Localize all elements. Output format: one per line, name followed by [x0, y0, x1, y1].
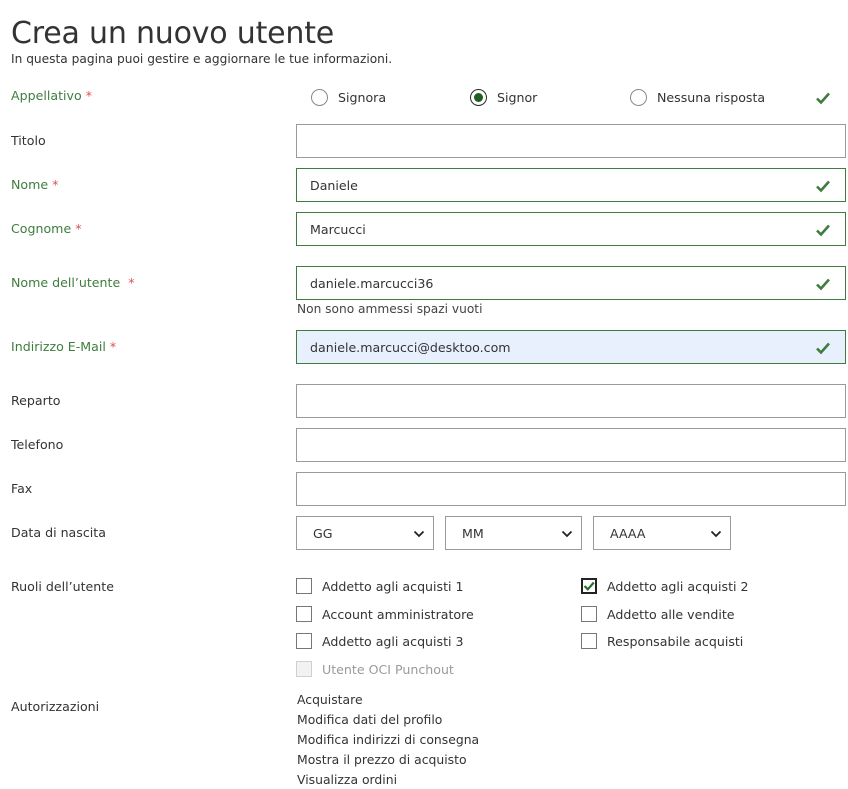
chevron-down-icon	[561, 530, 573, 538]
role-checkbox-item[interactable]: Addetto alle vendite	[581, 605, 735, 623]
role-label: Responsabile acquisti	[607, 633, 744, 649]
radio-signor-label: Signor	[497, 89, 538, 105]
checkbox-checked[interactable]	[581, 578, 597, 594]
username-help-text: Non sono ammessi spazi vuoti	[297, 302, 483, 316]
telefono-label: Telefono	[11, 437, 64, 452]
role-label: Account amministratore	[322, 606, 474, 622]
birth-month-select[interactable]: MM	[445, 516, 582, 550]
permission-item: Modifica indirizzi di consegna	[297, 732, 480, 747]
role-label: Addetto agli acquisti 2	[607, 578, 749, 594]
checkbox-disabled	[296, 661, 312, 677]
cognome-field[interactable]	[296, 212, 846, 246]
permission-item: Mostra il prezzo di acquisto	[297, 752, 467, 767]
radio-nessuna-risposta-label: Nessuna risposta	[657, 89, 766, 105]
nome-label: Nome *	[11, 177, 59, 192]
role-checkbox-item[interactable]: Addetto agli acquisti 1	[296, 577, 464, 595]
titolo-label: Titolo	[11, 133, 46, 148]
radio-signor[interactable]: Signor	[470, 87, 537, 107]
role-label: Utente OCI Punchout	[322, 661, 454, 677]
role-checkbox-item-disabled: Utente OCI Punchout	[296, 660, 454, 678]
birth-year-value: AAAA	[610, 525, 646, 541]
valid-check-icon	[816, 180, 830, 193]
birthdate-label: Data di nascita	[11, 525, 106, 540]
username-label: Nome dell’utente *	[11, 275, 135, 290]
radio-signora[interactable]: Signora	[311, 87, 386, 107]
email-input[interactable]	[297, 331, 845, 363]
role-label: Addetto agli acquisti 3	[322, 633, 464, 649]
radio-nessuna-risposta-circle[interactable]	[630, 88, 647, 106]
valid-check-icon	[816, 278, 830, 291]
nome-field[interactable]	[296, 168, 846, 202]
fax-input[interactable]	[297, 473, 845, 505]
checkbox[interactable]	[296, 633, 312, 649]
fax-field[interactable]	[296, 472, 846, 506]
permission-item: Visualizza ordini	[297, 772, 398, 787]
cognome-input[interactable]	[297, 213, 845, 245]
valid-check-icon	[816, 342, 830, 355]
cognome-label: Cognome *	[11, 221, 82, 236]
titolo-input[interactable]	[297, 125, 845, 157]
checkbox[interactable]	[296, 606, 312, 622]
role-checkbox-item[interactable]: Addetto agli acquisti 2	[581, 577, 749, 595]
username-input[interactable]	[297, 267, 845, 299]
reparto-field[interactable]	[296, 384, 846, 418]
chevron-down-icon	[413, 530, 425, 538]
valid-check-icon	[816, 92, 830, 105]
check-icon	[583, 581, 595, 591]
salutation-label: Appellativo *	[11, 88, 92, 103]
permission-item: Acquistare	[297, 692, 363, 707]
email-label: Indirizzo E-Mail *	[11, 339, 117, 354]
reparto-label: Reparto	[11, 393, 61, 408]
checkbox[interactable]	[296, 578, 312, 594]
chevron-down-icon	[710, 530, 722, 538]
nome-input[interactable]	[297, 169, 845, 201]
role-label: Addetto agli acquisti 1	[322, 578, 464, 594]
role-checkbox-item[interactable]: Responsabile acquisti	[581, 632, 743, 650]
telefono-field[interactable]	[296, 428, 846, 462]
role-checkbox-item[interactable]: Account amministratore	[296, 605, 474, 623]
radio-signora-circle[interactable]	[311, 88, 328, 106]
role-label: Addetto alle vendite	[607, 606, 735, 622]
birth-day-select[interactable]: GG	[296, 516, 434, 550]
roles-label: Ruoli dell’utente	[11, 579, 114, 594]
permissions-label: Autorizzazioni	[11, 699, 100, 714]
birth-month-value: MM	[462, 525, 484, 541]
checkbox[interactable]	[581, 606, 597, 622]
permission-item: Modifica dati del profilo	[297, 712, 443, 727]
page-subtitle: In questa pagina puoi gestire e aggiorna…	[11, 52, 393, 66]
birth-day-value: GG	[313, 525, 333, 541]
titolo-field[interactable]	[296, 124, 846, 158]
checkbox[interactable]	[581, 633, 597, 649]
valid-check-icon	[816, 224, 830, 237]
radio-signora-label: Signora	[338, 89, 387, 105]
email-field[interactable]	[296, 330, 846, 364]
role-checkbox-item[interactable]: Addetto agli acquisti 3	[296, 632, 464, 650]
telefono-input[interactable]	[297, 429, 845, 461]
page-title: Crea un nuovo utente	[11, 16, 335, 52]
username-field[interactable]	[296, 266, 846, 300]
radio-signor-circle[interactable]	[470, 88, 487, 106]
radio-nessuna-risposta[interactable]: Nessuna risposta	[630, 87, 765, 107]
fax-label: Fax	[11, 481, 33, 496]
birth-year-select[interactable]: AAAA	[593, 516, 731, 550]
reparto-input[interactable]	[297, 385, 845, 417]
